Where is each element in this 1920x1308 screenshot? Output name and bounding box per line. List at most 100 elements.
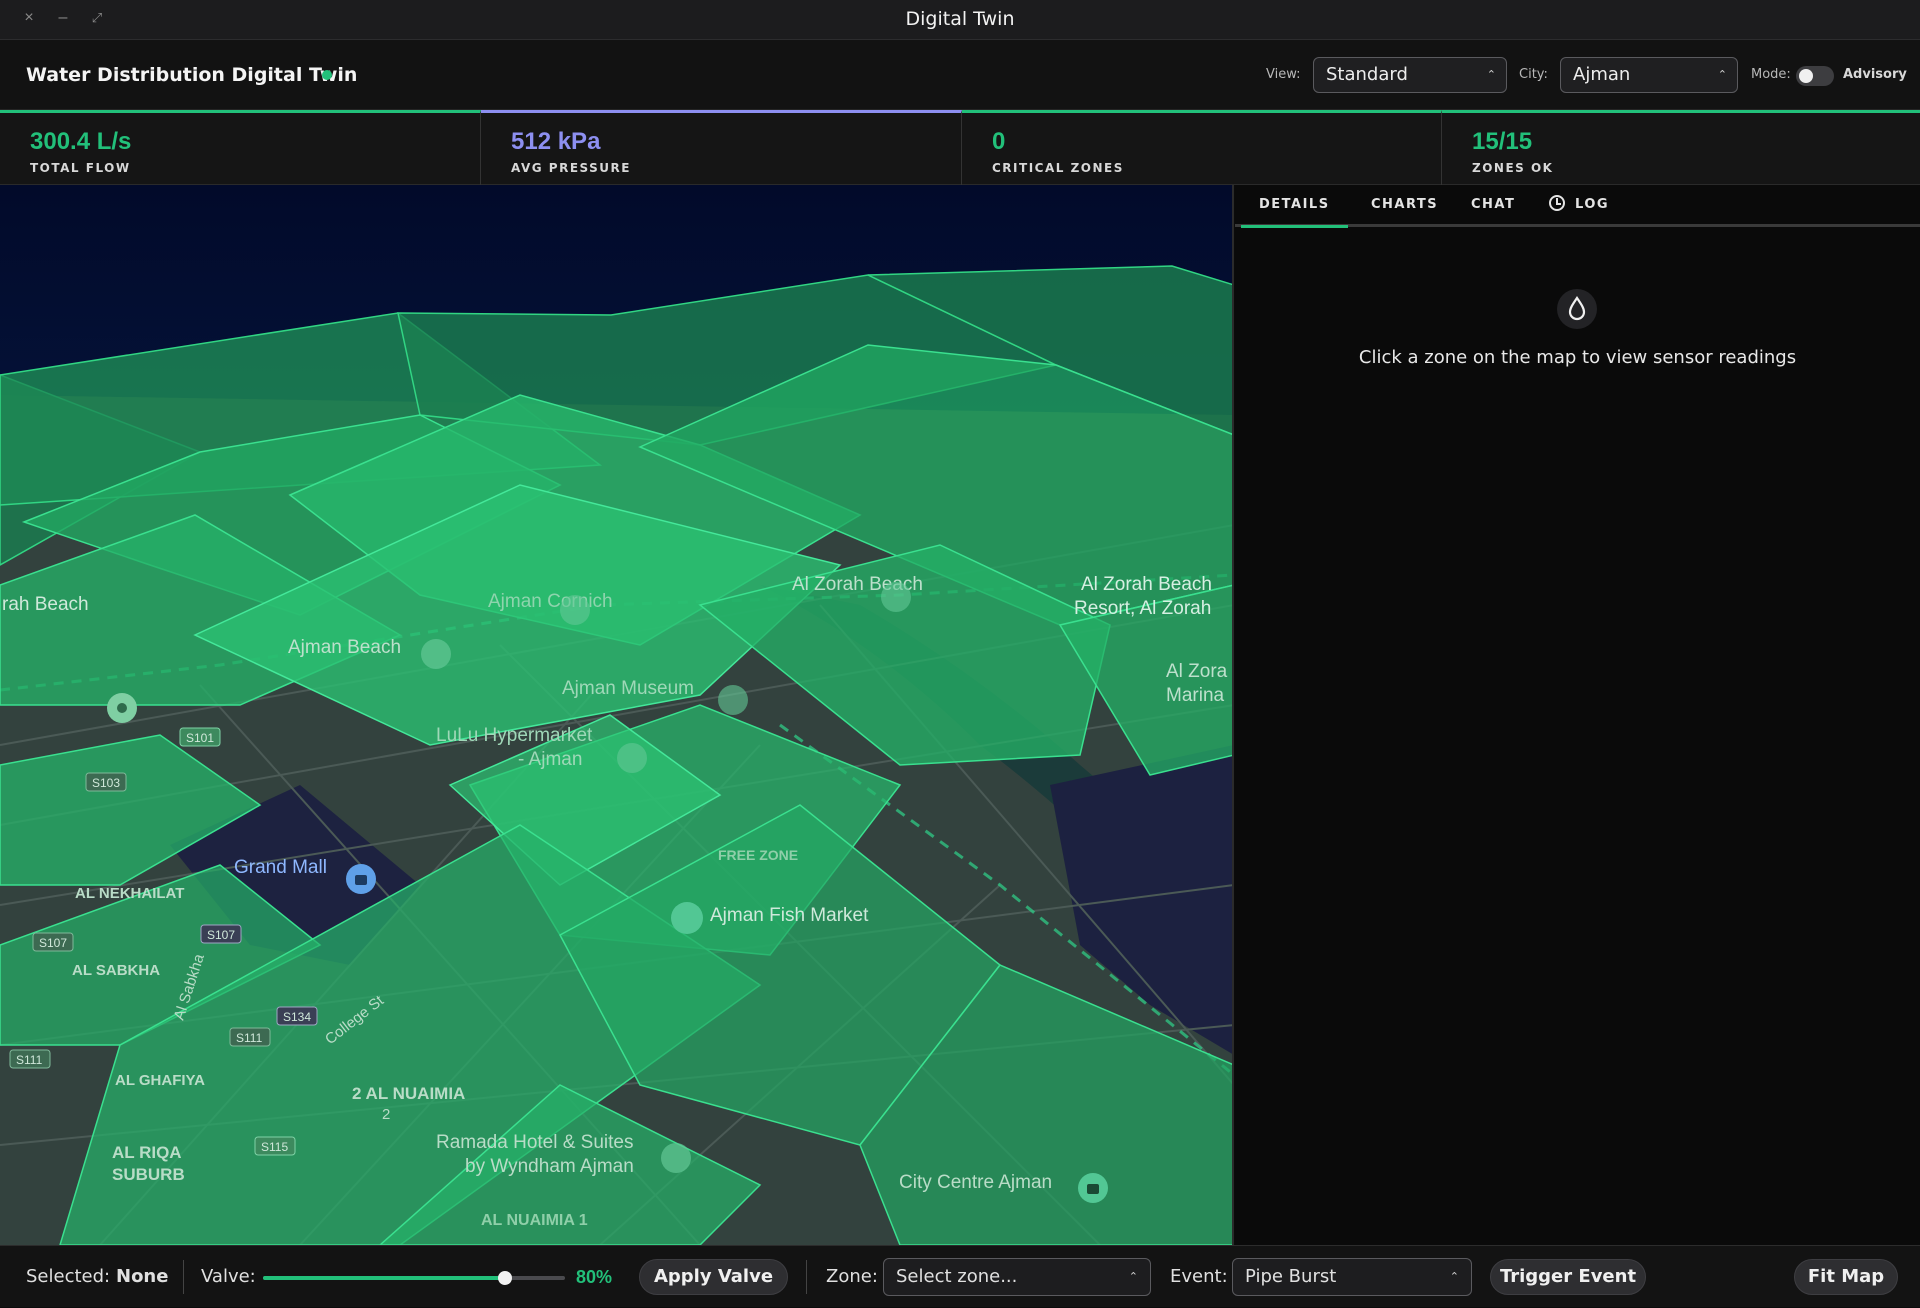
divider (806, 1260, 807, 1294)
select-chevron-icon: ⌃ (1449, 1270, 1459, 1283)
hotel-pin-icon (661, 1143, 691, 1173)
tab-chat[interactable]: CHAT (1459, 185, 1527, 225)
shopping-cart-pin-icon (617, 743, 647, 773)
road-shield: S111 (236, 1031, 263, 1045)
history-icon (1549, 195, 1565, 211)
map-label: Al Zora (1166, 661, 1228, 682)
mode-label: Mode: (1751, 67, 1791, 82)
map-label: AL GHAFIYA (115, 1072, 205, 1089)
event-select[interactable]: Pipe Burst ⌃ (1232, 1258, 1472, 1296)
map-label: AL RIQA (112, 1143, 182, 1162)
valve-label: Valve: (201, 1266, 256, 1287)
map-label: Ajman Beach (288, 637, 401, 658)
event-select-value: Pipe Burst (1245, 1266, 1337, 1287)
road-shield: S107 (39, 936, 67, 950)
map-label: SUBURB (112, 1165, 185, 1184)
map-label: Ramada Hotel & Suites (436, 1132, 634, 1153)
valve-slider[interactable] (263, 1271, 565, 1285)
map-label: Ajman Museum (562, 678, 694, 699)
trigger-event-button[interactable]: Trigger Event (1490, 1259, 1646, 1295)
select-chevron-icon: ⌃ (1128, 1270, 1138, 1283)
tab-log[interactable]: LOG (1537, 185, 1621, 225)
map-label: AL SABKHA (72, 962, 160, 979)
selected-value: None (116, 1266, 169, 1287)
side-panel-tabs: DETAILS CHARTS CHAT LOG (1235, 185, 1920, 228)
map-label: LuLu Hypermarket (436, 725, 593, 746)
map-label: AL NEKHAILAT (75, 885, 184, 902)
zone-map[interactable]: rah Beach Ajman Beach Ajman Cornich Al Z… (0, 185, 1234, 1245)
stat-value: 0 (992, 128, 1006, 155)
road-shield: S111 (16, 1053, 43, 1067)
stat-label: CRITICAL ZONES (992, 161, 1124, 175)
stat-label: TOTAL FLOW (30, 161, 131, 175)
valve-percent: 80% (576, 1267, 613, 1287)
app-title: Water Distribution Digital Twin (26, 64, 358, 86)
stat-zones-ok: 15/15 ZONES OK (1442, 110, 1920, 185)
mode-toggle[interactable] (1796, 66, 1834, 86)
map-label: Grand Mall (234, 857, 327, 878)
tab-details[interactable]: DETAILS (1241, 185, 1348, 228)
road-shield: S101 (186, 731, 214, 745)
tab-log-label: LOG (1575, 197, 1610, 212)
toggle-knob (1799, 69, 1813, 83)
road-shield: S103 (92, 776, 120, 790)
map-label: City Centre Ajman (899, 1172, 1052, 1193)
stat-avg-pressure: 512 kPa AVG PRESSURE (481, 110, 962, 185)
zone-select[interactable]: Select zone... ⌃ (883, 1258, 1151, 1296)
valve-slider-fill (263, 1276, 505, 1280)
control-footer: Selected: None Valve: 80% Apply Valve Zo… (0, 1245, 1920, 1307)
zone-select-placeholder: Select zone... (896, 1266, 1018, 1287)
landmark-pin-icon (881, 582, 911, 612)
view-select[interactable]: Standard ⌃ (1313, 57, 1507, 93)
stat-value: 15/15 (1472, 128, 1533, 155)
select-chevron-icon: ⌃ (1486, 68, 1496, 81)
stat-label: AVG PRESSURE (511, 161, 631, 175)
map-label: Resort, Al Zorah (1074, 598, 1211, 619)
apply-valve-button[interactable]: Apply Valve (639, 1259, 788, 1295)
road-shield: S134 (283, 1010, 311, 1024)
fit-map-button[interactable]: Fit Map (1794, 1259, 1898, 1295)
map-label: FREE ZONE (718, 847, 798, 863)
city-label: City: (1519, 67, 1548, 82)
window-titlebar: × – ⤢ Digital Twin (0, 0, 1920, 40)
stat-total-flow: 300.4 L/s TOTAL FLOW (0, 110, 481, 185)
water-drop-icon (1557, 289, 1597, 329)
city-select[interactable]: Ajman ⌃ (1560, 57, 1738, 93)
tab-charts[interactable]: CHARTS (1359, 185, 1450, 225)
select-chevron-icon: ⌃ (1717, 68, 1727, 81)
map-canvas[interactable]: rah Beach Ajman Beach Ajman Cornich Al Z… (0, 185, 1234, 1245)
empty-state-message: Click a zone on the map to view sensor r… (1358, 347, 1797, 368)
map-label: 2 AL NUAIMIA (352, 1084, 465, 1103)
road-shield: S107 (207, 928, 235, 942)
map-label: AL NUAIMIA 1 (481, 1212, 588, 1229)
window-title: Digital Twin (905, 8, 1015, 30)
mode-value: Advisory (1843, 67, 1907, 82)
view-select-value: Standard (1326, 64, 1408, 85)
camera-pin-icon (421, 639, 451, 669)
live-status-dot (322, 70, 332, 80)
landmark-pin-icon (560, 595, 590, 625)
selected-label: Selected: (26, 1266, 111, 1287)
map-label: 2 (382, 1106, 390, 1123)
view-label: View: (1266, 67, 1301, 82)
city-select-value: Ajman (1573, 64, 1631, 85)
valve-slider-thumb[interactable] (497, 1271, 512, 1285)
app-header: Water Distribution Digital Twin View: St… (0, 40, 1920, 110)
side-panel: DETAILS CHARTS CHAT LOG Click a zone on … (1235, 185, 1920, 1245)
map-label: - Ajman (518, 749, 582, 770)
map-label: Ajman Cornich (488, 591, 613, 612)
map-label: Al Zorah Beach (1081, 574, 1212, 595)
zone-label: Zone: (826, 1266, 878, 1287)
fish-market-pin-icon (671, 902, 703, 934)
museum-pin-icon (718, 685, 748, 715)
divider (183, 1260, 184, 1294)
map-label: Marina (1166, 685, 1225, 706)
stat-label: ZONES OK (1472, 161, 1554, 175)
stat-critical-zones: 0 CRITICAL ZONES (962, 110, 1442, 185)
stats-bar: 300.4 L/s TOTAL FLOW 512 kPa AVG PRESSUR… (0, 110, 1920, 185)
road-shield: S115 (261, 1140, 288, 1154)
event-label: Event: (1170, 1266, 1228, 1287)
map-label: rah Beach (2, 594, 89, 615)
stat-value: 512 kPa (511, 128, 601, 155)
stat-value: 300.4 L/s (30, 128, 132, 155)
